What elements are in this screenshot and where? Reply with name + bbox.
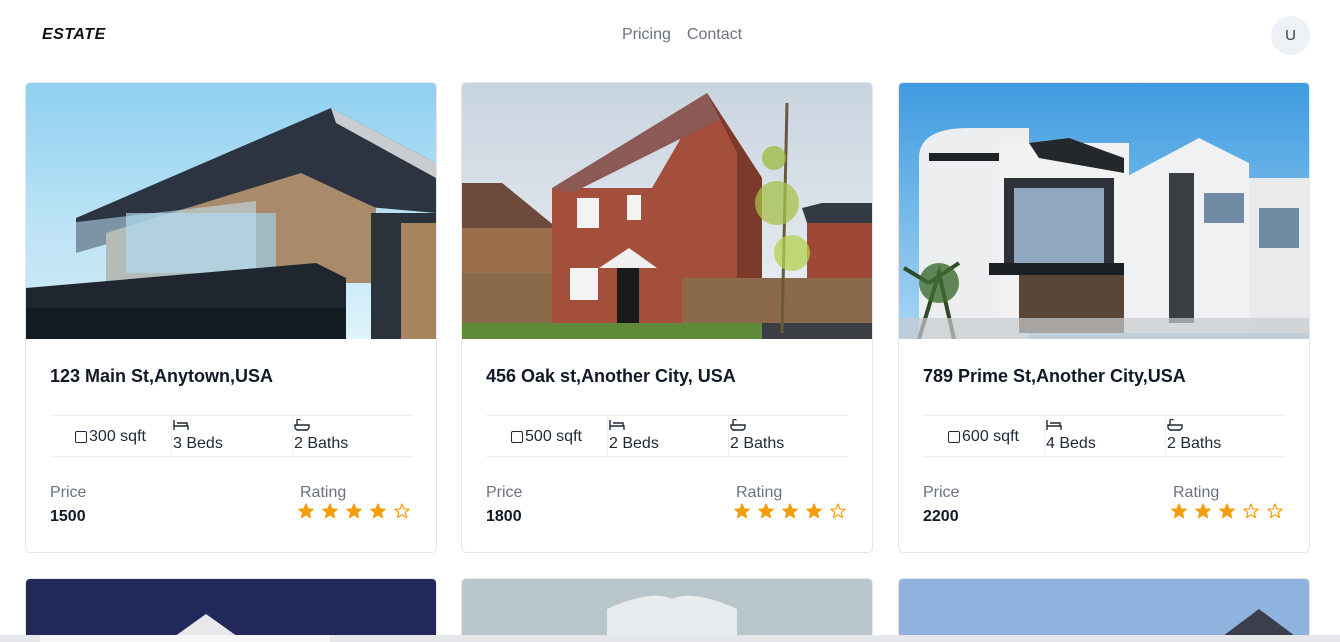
- listing-photo: [899, 83, 1309, 339]
- rating-label: Rating: [300, 484, 347, 501]
- star-icon: [734, 503, 750, 519]
- star-icon: [298, 503, 314, 519]
- rating-stars: [1171, 503, 1283, 519]
- star-icon: [322, 503, 338, 519]
- listing-address[interactable]: 123 Main St,Anytown,USA: [50, 366, 273, 387]
- star-outline-icon: [394, 503, 410, 519]
- spec-beds-value: 2 Beds: [609, 435, 659, 452]
- listing-specs: 600 sqft 4 Beds 2 Baths: [923, 415, 1285, 457]
- bed-icon: [609, 418, 625, 436]
- listing-card[interactable]: 123 Main St,Anytown,USA 300 sqft 3 Beds …: [25, 82, 437, 553]
- spec-beds-value: 3 Beds: [173, 435, 223, 452]
- listing-card[interactable]: [461, 578, 873, 642]
- rating-label: Rating: [736, 484, 783, 501]
- listing-photo: [462, 579, 872, 642]
- star-icon: [1171, 503, 1187, 519]
- star-icon: [346, 503, 362, 519]
- spec-area: 600 sqft: [923, 416, 1044, 457]
- star-icon: [806, 503, 822, 519]
- listing-specs: 500 sqft 2 Beds 2 Baths: [486, 415, 848, 457]
- spec-baths-value: 2 Baths: [1167, 435, 1222, 452]
- price-label: Price: [923, 484, 960, 501]
- price-label: Price: [50, 484, 87, 501]
- bed-icon: [173, 418, 189, 436]
- spec-baths: 2 Baths: [728, 416, 848, 457]
- listing-card[interactable]: 456 Oak st,Another City, USA 500 sqft 2 …: [461, 82, 873, 553]
- listing-address[interactable]: 456 Oak st,Another City, USA: [486, 366, 736, 387]
- square-area-icon: [948, 430, 961, 443]
- spec-area: 500 sqft: [486, 416, 607, 457]
- bath-icon: [1167, 418, 1183, 436]
- brand-logo[interactable]: ESTATE: [42, 26, 106, 44]
- bath-icon: [294, 418, 310, 436]
- listing-photo: [26, 83, 436, 339]
- star-outline-icon: [1267, 503, 1283, 519]
- price-value: 2200: [923, 508, 959, 525]
- listing-card[interactable]: [898, 578, 1310, 642]
- spec-area-value: 600 sqft: [962, 427, 1019, 445]
- star-icon: [1195, 503, 1211, 519]
- top-navbar: ESTATE Pricing Contact U: [0, 0, 1340, 70]
- nav-link-contact[interactable]: Contact: [687, 26, 742, 44]
- listing-card[interactable]: 789 Prime St,Another City,USA 600 sqft 4…: [898, 82, 1310, 553]
- square-area-icon: [511, 430, 524, 443]
- spec-beds: 3 Beds: [171, 416, 292, 457]
- spec-area: 300 sqft: [50, 416, 171, 457]
- spec-beds: 2 Beds: [607, 416, 728, 457]
- star-icon: [1219, 503, 1235, 519]
- listing-address[interactable]: 789 Prime St,Another City,USA: [923, 366, 1186, 387]
- spec-baths: 2 Baths: [292, 416, 412, 457]
- listing-card[interactable]: [25, 578, 437, 642]
- listing-specs: 300 sqft 3 Beds 2 Baths: [50, 415, 412, 457]
- spec-beds-value: 4 Beds: [1046, 435, 1096, 452]
- square-area-icon: [75, 430, 88, 443]
- spec-beds: 4 Beds: [1044, 416, 1165, 457]
- bath-icon: [730, 418, 746, 436]
- rating-stars: [298, 503, 410, 519]
- price-label: Price: [486, 484, 523, 501]
- star-icon: [758, 503, 774, 519]
- listing-photo: [26, 579, 436, 642]
- rating-label: Rating: [1173, 484, 1220, 501]
- star-icon: [782, 503, 798, 519]
- price-value: 1500: [50, 508, 86, 525]
- nav-link-pricing[interactable]: Pricing: [622, 26, 671, 44]
- spec-baths: 2 Baths: [1165, 416, 1285, 457]
- star-outline-icon: [1243, 503, 1259, 519]
- star-outline-icon: [830, 503, 846, 519]
- rating-stars: [734, 503, 846, 519]
- spec-baths-value: 2 Baths: [730, 435, 785, 452]
- horizontal-scrollbar[interactable]: [0, 635, 1340, 642]
- scrollbar-thumb[interactable]: [40, 635, 330, 642]
- star-icon: [370, 503, 386, 519]
- user-avatar[interactable]: U: [1271, 16, 1310, 55]
- spec-area-value: 500 sqft: [525, 427, 582, 445]
- bed-icon: [1046, 418, 1062, 436]
- spec-area-value: 300 sqft: [89, 427, 146, 445]
- main-nav: Pricing Contact: [622, 26, 742, 44]
- price-value: 1800: [486, 508, 522, 525]
- listing-photo: [899, 579, 1309, 642]
- spec-baths-value: 2 Baths: [294, 435, 349, 452]
- listing-photo: [462, 83, 872, 339]
